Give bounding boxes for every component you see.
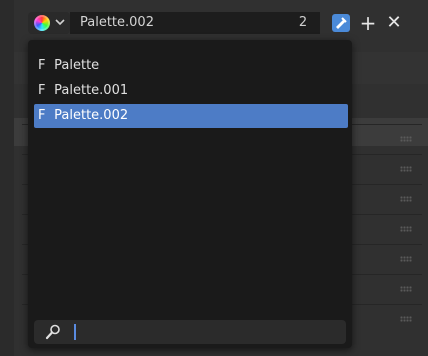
datablock-selector: Palette.002 2 + ✕ — [28, 10, 420, 36]
palette-item-label: Palette — [54, 58, 100, 73]
drag-grip-icon — [400, 316, 412, 322]
fake-user-marker: F — [38, 58, 46, 73]
palette-list-item[interactable]: F Palette — [34, 54, 348, 78]
new-palette-button[interactable]: + — [356, 11, 380, 35]
fake-user-marker: F — [38, 108, 46, 123]
palette-name: Palette.002 — [80, 15, 154, 30]
search-input[interactable] — [34, 320, 346, 344]
text-cursor — [74, 324, 76, 340]
drag-grip-icon — [400, 226, 412, 232]
palette-name-field[interactable]: Palette.002 — [70, 12, 320, 34]
user-count-button[interactable]: 2 — [286, 12, 320, 34]
drag-grip-icon — [400, 196, 412, 202]
browse-palette-button[interactable] — [28, 12, 70, 34]
drag-grip-icon — [400, 286, 412, 292]
drag-grip-icon — [400, 256, 412, 262]
drag-grip-icon — [400, 136, 412, 142]
palette-dropdown: F Palette F Palette.001 F Palette.002 — [28, 40, 352, 348]
fake-user-icon — [336, 17, 347, 29]
chevron-down-icon — [55, 16, 67, 28]
fake-user-marker: F — [38, 83, 46, 98]
palette-list-item[interactable]: F Palette.002 — [34, 104, 348, 128]
palette-list: F Palette F Palette.001 F Palette.002 — [34, 54, 348, 129]
unlink-palette-button[interactable]: ✕ — [382, 11, 406, 35]
palette-item-label: Palette.002 — [54, 108, 129, 123]
color-palette-icon — [34, 15, 50, 31]
fake-user-button[interactable] — [332, 14, 350, 32]
palette-item-label: Palette.001 — [54, 83, 129, 98]
palette-list-item[interactable]: F Palette.001 — [34, 79, 348, 103]
drag-grip-icon — [400, 166, 412, 172]
search-icon — [44, 323, 62, 345]
